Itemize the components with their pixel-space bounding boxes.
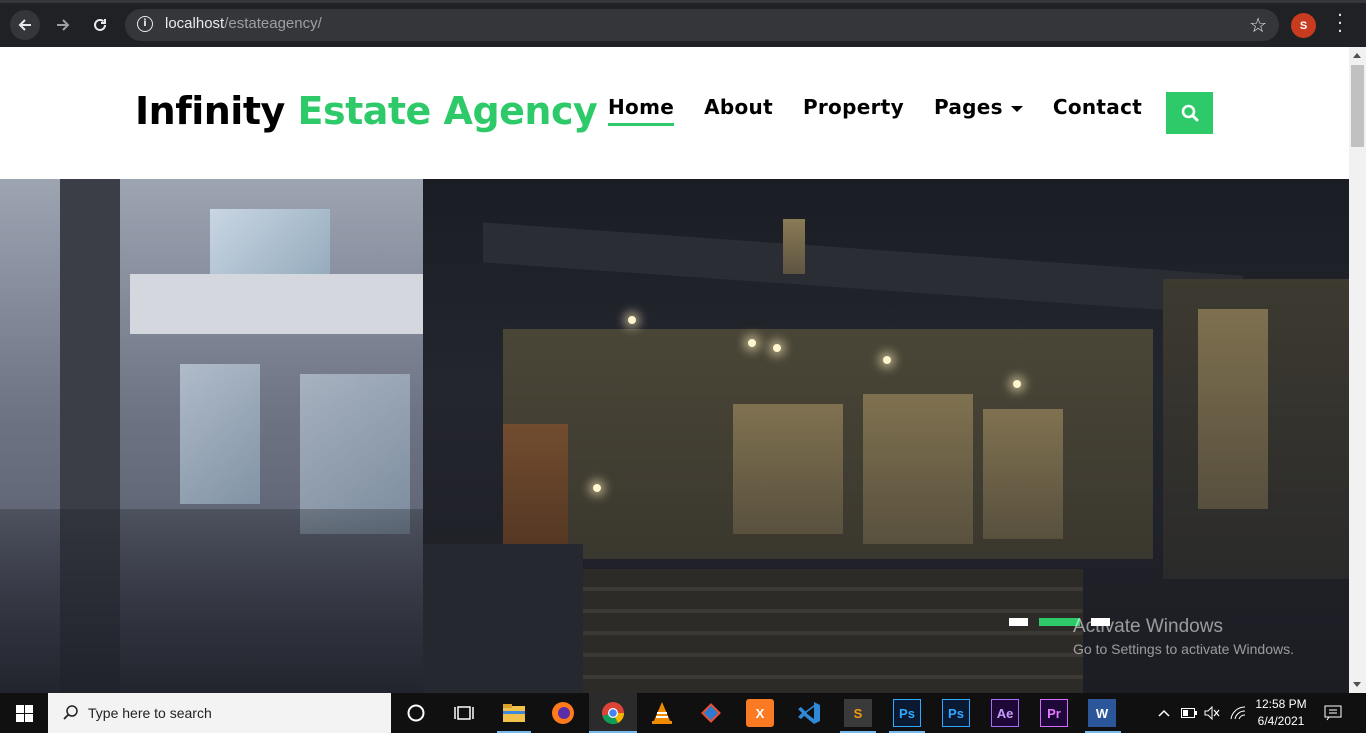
upper-window-image [783, 219, 805, 274]
glass-door-image [863, 394, 973, 544]
activate-windows-watermark: Activate Windows Go to Settings to activ… [1073, 616, 1294, 657]
url-host: localhost [165, 15, 225, 32]
nav-contact[interactable]: Contact [1053, 95, 1142, 119]
nav-property[interactable]: Property [803, 95, 904, 119]
browser-toolbar: i localhost/estateagency/ ☆ S · · · [0, 0, 1366, 47]
ceiling-light [1013, 380, 1021, 388]
search-placeholder: Type here to search [88, 705, 212, 721]
steps-image [583, 569, 1083, 693]
chrome-icon[interactable] [599, 699, 627, 727]
ceiling-light [628, 316, 636, 324]
watermark-subtitle: Go to Settings to activate Windows. [1073, 641, 1294, 657]
search-button[interactable] [1166, 92, 1213, 134]
logo-part1: Infinity [135, 89, 285, 133]
planter-box [423, 544, 583, 693]
volume-muted-icon[interactable] [1204, 693, 1220, 733]
wood-panel-image [503, 424, 568, 544]
windows-taskbar: Type here to search X S Ps Ps Ae Pr W 12… [0, 693, 1366, 733]
nav-about[interactable]: About [704, 95, 773, 119]
back-button[interactable] [10, 10, 40, 40]
scroll-up-arrow-icon[interactable] [1353, 53, 1361, 58]
main-nav: Home About Property Pages Contact [608, 95, 1172, 126]
arrow-right-icon [57, 19, 70, 31]
search-icon [63, 705, 78, 720]
taskbar-search[interactable]: Type here to search [48, 693, 391, 733]
page-scrollbar[interactable] [1349, 47, 1366, 693]
reload-button[interactable] [85, 10, 115, 40]
watermark-title: Activate Windows [1073, 616, 1223, 637]
ceiling-light [748, 339, 756, 347]
web-page: Infinity Estate Agency Home About Proper… [0, 47, 1349, 693]
caret-down-icon [1010, 105, 1023, 112]
bookmark-star-icon[interactable]: ☆ [1249, 13, 1267, 37]
scroll-down-arrow-icon[interactable] [1353, 682, 1361, 687]
windows-logo-icon [15, 704, 33, 722]
photoshop-icon-2[interactable]: Ps [942, 699, 970, 727]
site-header: Infinity Estate Agency Home About Proper… [0, 47, 1349, 179]
nav-home[interactable]: Home [608, 95, 675, 126]
vscode-icon[interactable] [795, 699, 823, 727]
nav-pages[interactable]: Pages [934, 95, 1023, 119]
roof-image [483, 222, 1243, 316]
carousel-dot-1[interactable] [1009, 618, 1028, 626]
porch-light [593, 484, 601, 492]
clock-time: 12:58 PM [1255, 697, 1307, 711]
browser-menu-icon[interactable]: · · · [1332, 7, 1348, 41]
scrollbar-thumb[interactable] [1351, 65, 1364, 147]
nav-pages-label: Pages [933, 95, 1003, 119]
site-info-icon[interactable]: i [137, 16, 153, 32]
logo-part2: Estate Agency [297, 89, 598, 133]
notification-center-icon[interactable] [1324, 693, 1342, 733]
search-icon [1181, 104, 1198, 122]
battery-icon[interactable] [1181, 693, 1197, 733]
after-effects-icon[interactable]: Ae [991, 699, 1019, 727]
balcony-image [130, 274, 423, 334]
profile-avatar[interactable]: S [1291, 13, 1316, 38]
window-image [1198, 309, 1268, 509]
git-icon[interactable] [697, 699, 725, 727]
xampp-icon[interactable]: X [746, 699, 774, 727]
firefox-icon[interactable] [549, 699, 577, 727]
arrow-left-icon [18, 19, 31, 31]
photoshop-icon[interactable]: Ps [893, 699, 921, 727]
forward-button[interactable] [48, 10, 78, 40]
sublime-icon[interactable]: S [844, 699, 872, 727]
foliage-shade [0, 509, 423, 693]
ceiling-light [883, 356, 891, 364]
word-icon[interactable]: W [1088, 699, 1116, 727]
glass-door-image [733, 404, 843, 534]
window-image [180, 364, 260, 504]
ceiling-light [773, 344, 781, 352]
building-photo-left [0, 179, 423, 693]
address-bar[interactable]: i localhost/estateagency/ ☆ [125, 9, 1279, 41]
tray-overflow-icon[interactable] [1158, 693, 1170, 733]
hero-carousel: Activate Windows Go to Settings to activ… [0, 179, 1349, 693]
clock-date: 6/4/2021 [1257, 714, 1305, 728]
glass-door-image [983, 409, 1063, 539]
cortana-icon[interactable] [402, 699, 430, 727]
url-text[interactable]: localhost/estateagency/ [165, 15, 322, 32]
task-view-icon[interactable] [450, 699, 478, 727]
tab-strip [0, 0, 1366, 3]
reload-icon [94, 18, 106, 31]
premiere-icon[interactable]: Pr [1040, 699, 1068, 727]
start-button[interactable] [0, 693, 48, 733]
site-logo[interactable]: Infinity Estate Agency [135, 89, 598, 133]
system-clock[interactable]: 12:58 PM 6/4/2021 [1253, 696, 1309, 730]
vlc-icon[interactable] [648, 699, 676, 727]
wifi-icon[interactable] [1230, 693, 1246, 733]
file-explorer-icon[interactable] [500, 699, 528, 727]
url-path: /estateagency/ [224, 15, 322, 32]
